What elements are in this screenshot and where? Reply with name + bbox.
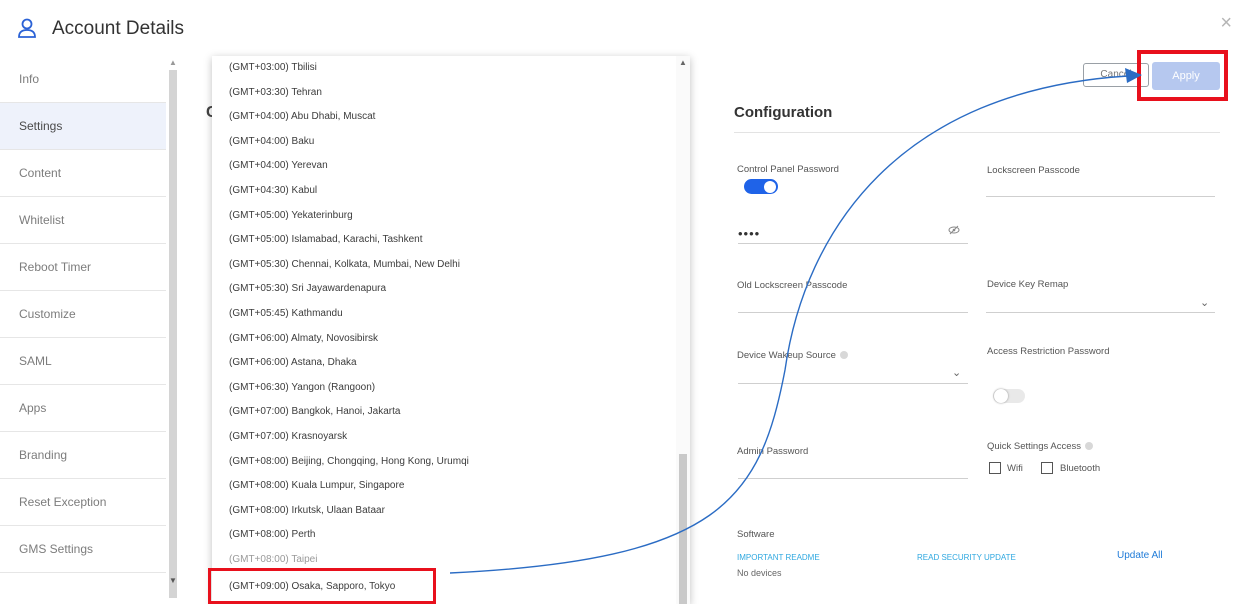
timezone-option[interactable]: (GMT+08:00) Beijing, Chongqing, Hong Kon… <box>212 450 690 475</box>
old-lockscreen-passcode-label: Old Lockscreen Passcode <box>737 280 848 291</box>
sidebar-item-reset-exception[interactable]: Reset Exception <box>0 479 166 526</box>
timezone-option[interactable]: (GMT+08:00) Irkutsk, Ulaan Bataar <box>212 499 690 524</box>
sidebar-scrollbar[interactable]: ▲ ▼ <box>166 56 180 604</box>
timezone-option[interactable]: (GMT+09:00) Osaka, Sapporo, Tokyo <box>212 575 690 600</box>
timezone-option[interactable]: (GMT+04:30) Kabul <box>212 179 690 204</box>
timezone-option[interactable]: (GMT+07:00) Bangkok, Hanoi, Jakarta <box>212 400 690 425</box>
admin-password-field[interactable] <box>738 478 968 479</box>
old-lockscreen-passcode-field[interactable] <box>738 312 968 313</box>
eye-off-icon[interactable] <box>948 225 960 235</box>
timezone-option[interactable]: (GMT+04:00) Baku <box>212 130 690 155</box>
chevron-down-icon[interactable]: ⌄ <box>952 366 961 379</box>
close-icon[interactable]: × <box>1220 12 1232 35</box>
access-restriction-toggle[interactable] <box>993 389 1025 403</box>
sidebar-item-customize[interactable]: Customize <box>0 291 166 338</box>
toggle-knob <box>764 180 776 193</box>
software-label: Software <box>737 529 775 540</box>
wifi-checkbox[interactable] <box>989 462 1001 474</box>
timezone-option[interactable]: (GMT+04:00) Abu Dhabi, Muscat <box>212 105 690 130</box>
control-panel-password-toggle[interactable] <box>744 179 778 194</box>
quick-settings-access-label: Quick Settings Access <box>987 441 1093 452</box>
timezone-option[interactable]: (GMT+08:00) Taipei <box>212 548 690 573</box>
sidebar-item-branding[interactable]: Branding <box>0 432 166 479</box>
scroll-up-icon[interactable]: ▲ <box>169 58 177 67</box>
timezone-option[interactable]: (GMT+03:30) Tehran <box>212 81 690 106</box>
sidebar-item-settings[interactable]: Settings <box>0 103 166 150</box>
device-key-remap-select[interactable] <box>986 312 1215 313</box>
toggle-knob <box>994 389 1008 403</box>
control-panel-password-field[interactable]: •••• <box>738 226 760 241</box>
lockscreen-passcode-field[interactable] <box>986 196 1215 197</box>
apply-button[interactable]: Apply <box>1152 62 1220 90</box>
device-wakeup-source-label: Device Wakeup Source <box>737 350 848 361</box>
important-readme-link[interactable]: Important Readme <box>737 553 820 562</box>
control-panel-password-underline <box>738 243 968 244</box>
timezone-option[interactable]: (GMT+05:00) Islamabad, Karachi, Tashkent <box>212 228 690 253</box>
bluetooth-checkbox[interactable] <box>1041 462 1053 474</box>
timezone-option[interactable]: (GMT+03:00) Tbilisi <box>212 56 690 81</box>
read-security-update-link[interactable]: Read Security Update <box>917 553 1016 562</box>
chevron-down-icon[interactable]: ⌄ <box>1200 296 1209 309</box>
timezone-scroll-thumb[interactable] <box>679 454 687 604</box>
timezone-option[interactable]: (GMT+05:30) Chennai, Kolkata, Mumbai, Ne… <box>212 253 690 278</box>
no-devices-text: No devices <box>737 568 782 578</box>
access-restriction-password-label: Access Restriction Password <box>987 346 1110 357</box>
info-icon <box>839 351 848 360</box>
timezone-option[interactable]: (GMT+06:00) Astana, Dhaka <box>212 351 690 376</box>
timezone-option[interactable]: (GMT+08:00) Perth <box>212 523 690 548</box>
scroll-down-icon[interactable]: ▼ <box>169 576 177 585</box>
update-all-link[interactable]: Update All <box>1117 550 1163 561</box>
configuration-divider <box>734 132 1220 133</box>
timezone-option[interactable]: (GMT+04:00) Yerevan <box>212 154 690 179</box>
timezone-option[interactable]: (GMT+06:30) Yangon (Rangoon) <box>212 376 690 401</box>
cancel-button[interactable]: Cancel <box>1083 63 1149 87</box>
sidebar-item-whitelist[interactable]: Whitelist <box>0 197 166 244</box>
timezone-option[interactable]: (GMT+08:00) Kuala Lumpur, Singapore <box>212 474 690 499</box>
user-icon <box>18 18 36 38</box>
control-panel-password-label: Control Panel Password <box>737 164 839 175</box>
dialog-header: Account Details × <box>0 0 1238 56</box>
settings-sidebar: Info Settings Content Whitelist Reboot Timer… <box>0 56 166 604</box>
dialog-title: Account Details <box>52 18 185 39</box>
configuration-title: Configuration <box>734 104 833 121</box>
device-wakeup-source-select[interactable] <box>738 383 968 384</box>
wifi-label: Wifi <box>1007 463 1023 474</box>
lockscreen-passcode-label: Lockscreen Passcode <box>987 165 1080 176</box>
timezone-option[interactable]: (GMT+06:00) Almaty, Novosibirsk <box>212 327 690 352</box>
timezone-option[interactable]: (GMT+05:45) Kathmandu <box>212 302 690 327</box>
sidebar-item-content[interactable]: Content <box>0 150 166 197</box>
admin-password-label: Admin Password <box>737 446 809 457</box>
info-icon <box>1084 442 1093 451</box>
device-key-remap-label: Device Key Remap <box>987 279 1069 290</box>
timezone-option[interactable]: (GMT+07:00) Krasnoyarsk <box>212 425 690 450</box>
sidebar-item-saml[interactable]: SAML <box>0 338 166 385</box>
timezone-option[interactable]: (GMT+05:00) Yekaterinburg <box>212 204 690 229</box>
timezone-scrollbar[interactable]: ▲ <box>676 56 690 604</box>
bluetooth-label: Bluetooth <box>1060 463 1101 474</box>
sidebar-item-apps[interactable]: Apps <box>0 385 166 432</box>
sidebar-scroll-thumb[interactable] <box>169 70 177 598</box>
scroll-up-icon[interactable]: ▲ <box>679 58 687 67</box>
timezone-option[interactable]: (GMT+05:30) Sri Jayawardenapura <box>212 277 690 302</box>
timezone-dropdown-list[interactable]: (GMT+03:00) Tbilisi (GMT+03:30) Tehran (GM… <box>212 56 690 604</box>
sidebar-item-reboot-timer[interactable]: Reboot Timer <box>0 244 166 291</box>
sidebar-item-gms-settings[interactable]: GMS Settings <box>0 526 166 573</box>
sidebar-item-info[interactable]: Info <box>0 56 166 103</box>
